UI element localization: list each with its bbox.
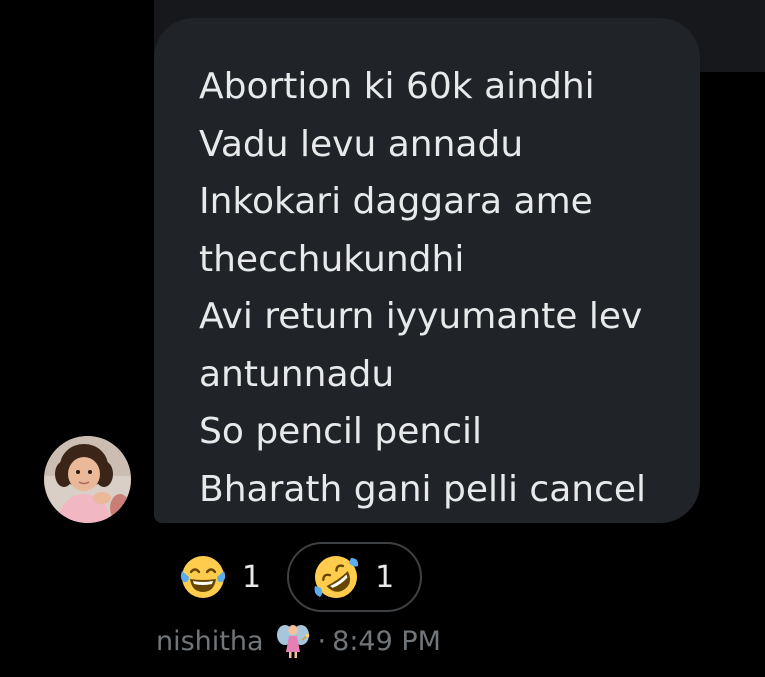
reaction-count: 1: [242, 559, 262, 595]
reaction-count: 1: [375, 559, 395, 595]
face-with-tears-of-joy-icon: [180, 556, 226, 598]
message-line: Vadu levu annadu: [199, 123, 524, 165]
avatar[interactable]: [44, 436, 131, 523]
timestamp: 8:49 PM: [332, 625, 441, 657]
meta-separator: ·: [317, 625, 327, 657]
message-line: Inkokari daggara ame: [199, 181, 593, 222]
message-bubble[interactable]: Abortion ki 60k aindhi Vadu levu annadu …: [154, 18, 700, 523]
message-line: thecchukundhi: [199, 238, 465, 280]
message-line: So pencil pencil: [199, 411, 482, 452]
dm-conversation: Abortion ki 60k aindhi Vadu levu annadu …: [0, 0, 765, 677]
message-line: Avi return iyyumante lev: [199, 296, 643, 337]
rolling-on-floor-laughing-icon: [314, 556, 359, 598]
reactions-row: 1 1: [176, 542, 423, 612]
message-line: antunnadu: [199, 353, 395, 395]
sender-name: nishitha: [156, 625, 264, 657]
reaction-tears-of-joy[interactable]: 1: [176, 542, 267, 612]
message-line: Bharath gani pelli cancel: [199, 468, 647, 510]
message-line: Abortion ki 60k aindhi: [199, 66, 595, 107]
avatar-image: [44, 436, 131, 523]
reaction-rolling-laughing[interactable]: 1: [287, 542, 423, 612]
message-meta: nishitha · 8:49 PM: [156, 620, 441, 662]
fairy-icon: [276, 625, 309, 658]
